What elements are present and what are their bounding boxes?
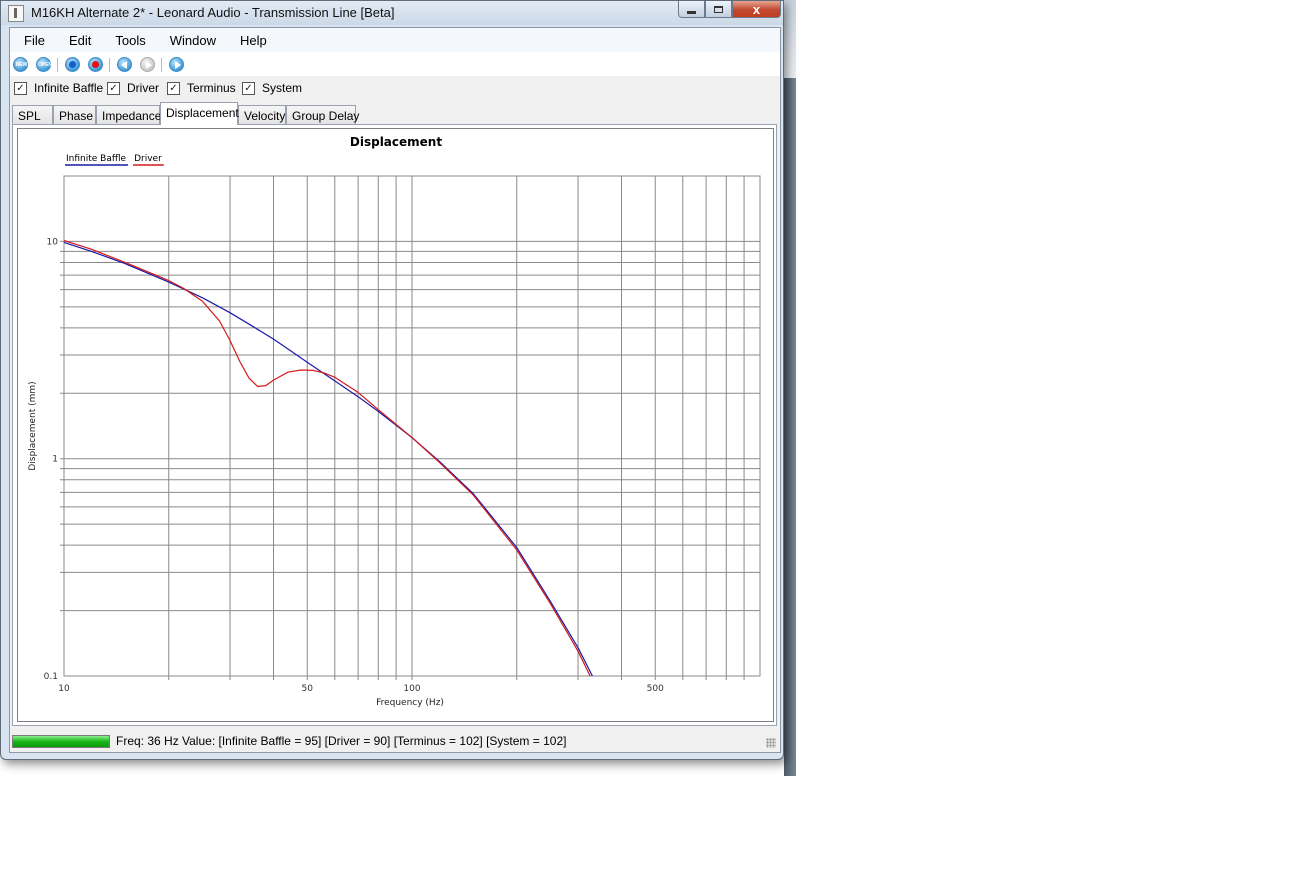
y-tick-label: 10	[47, 237, 59, 247]
x-tick-label: 500	[647, 684, 664, 694]
close-button[interactable]: x	[732, 1, 781, 18]
y-axis-label: Displacement (mm)	[28, 381, 38, 470]
play-button[interactable]	[169, 57, 184, 72]
minimize-button[interactable]	[678, 1, 705, 18]
legend-label: Driver	[134, 154, 162, 164]
menu-file[interactable]: File	[10, 28, 55, 52]
progress-bar	[12, 735, 110, 748]
close-icon: x	[752, 1, 761, 17]
new-button[interactable]: NEW	[13, 57, 28, 72]
open-icon: OPEN	[38, 62, 53, 68]
checkbox-driver[interactable]: ✓ Driver	[107, 81, 159, 95]
menu-window[interactable]: Window	[156, 28, 226, 52]
record-red-icon	[92, 61, 99, 68]
checkbox-label: Driver	[127, 81, 159, 95]
step-back-icon	[121, 61, 127, 69]
resize-grip-icon[interactable]	[766, 738, 776, 748]
y-tick-label: 0.1	[44, 672, 58, 682]
title-bar[interactable]: M16KH Alternate 2* - Leonard Audio - Tra…	[1, 1, 783, 25]
menu-edit[interactable]: Edit	[55, 28, 101, 52]
progress-fill	[13, 736, 109, 747]
toolbar-separator	[161, 58, 162, 72]
y-tick-label: 1	[52, 455, 58, 465]
record-red-button[interactable]	[88, 57, 103, 72]
menu-tools[interactable]: Tools	[101, 28, 155, 52]
tab-panel: 10 50 100 500 10 1 0.1 Displacement Frequency (H…	[12, 124, 777, 726]
window-title: M16KH Alternate 2* - Leonard Audio - Tra…	[31, 5, 395, 20]
step-forward-icon	[146, 61, 152, 69]
toolbar-separator	[109, 58, 110, 72]
maximize-icon	[714, 5, 723, 13]
menu-help[interactable]: Help	[226, 28, 277, 52]
check-icon[interactable]: ✓	[242, 81, 255, 95]
checkbox-terminus[interactable]: ✓ Terminus	[167, 81, 236, 95]
x-tick-label: 50	[302, 684, 314, 694]
step-forward-button[interactable]	[140, 57, 155, 72]
check-icon[interactable]: ✓	[107, 81, 120, 95]
app-window: M16KH Alternate 2* - Leonard Audio - Tra…	[0, 0, 784, 760]
check-icon[interactable]: ✓	[14, 81, 27, 95]
tab-displacement[interactable]: Displacement	[160, 102, 239, 125]
checkbox-infinite-baffle[interactable]: ✓ Infinite Baffle	[14, 81, 103, 95]
toolbar-separator	[57, 58, 58, 72]
background-window-top	[784, 0, 796, 78]
client-area: File Edit Tools Window Help NEW OPEN ✓ I…	[9, 27, 781, 753]
tab-impedance[interactable]: Impedance	[96, 105, 161, 124]
toolbar: NEW OPEN	[10, 52, 780, 76]
checkbox-system[interactable]: ✓ System	[242, 81, 302, 95]
menu-bar: File Edit Tools Window Help	[10, 28, 780, 52]
open-button[interactable]: OPEN	[36, 57, 53, 72]
app-icon[interactable]	[8, 5, 24, 22]
checkbox-label: System	[262, 81, 303, 95]
tab-phase[interactable]: Phase	[53, 105, 96, 124]
legend-label: Infinite Baffle	[66, 154, 127, 164]
series-toggle-row: ✓ Infinite Baffle ✓ Driver ✓ Terminus ✓ …	[10, 78, 780, 100]
tab-velocity[interactable]: Velocity	[238, 105, 286, 124]
status-bar: Freq: 36 Hz Value: [Infinite Baffle = 95…	[10, 733, 780, 752]
chart-title: Displacement	[350, 135, 442, 149]
new-icon: NEW	[15, 62, 28, 68]
record-blue-button[interactable]	[65, 57, 80, 72]
displacement-chart[interactable]: 10 50 100 500 10 1 0.1 Displacement Frequency (H…	[18, 129, 773, 721]
checkbox-label: Infinite Baffle	[34, 81, 104, 95]
x-axis-label: Frequency (Hz)	[376, 698, 444, 708]
x-tick-label: 100	[403, 684, 420, 694]
check-icon[interactable]: ✓	[167, 81, 180, 95]
background-window-edge	[784, 0, 796, 776]
play-icon	[175, 61, 181, 69]
maximize-button[interactable]	[705, 1, 732, 18]
status-text: Freq: 36 Hz Value: [Infinite Baffle = 95…	[116, 734, 567, 748]
step-back-button[interactable]	[117, 57, 132, 72]
tab-group-delay[interactable]: Group Delay	[286, 105, 359, 124]
tab-bar: SPL Phase Impedance Displacement Velocit…	[12, 102, 778, 125]
tab-spl[interactable]: SPL	[12, 105, 53, 124]
x-tick-label: 10	[58, 684, 70, 694]
checkbox-label: Terminus	[187, 81, 236, 95]
chart-frame: 10 50 100 500 10 1 0.1 Displacement Frequency (H…	[17, 128, 774, 722]
record-blue-icon	[69, 61, 76, 68]
minimize-icon	[687, 10, 696, 14]
